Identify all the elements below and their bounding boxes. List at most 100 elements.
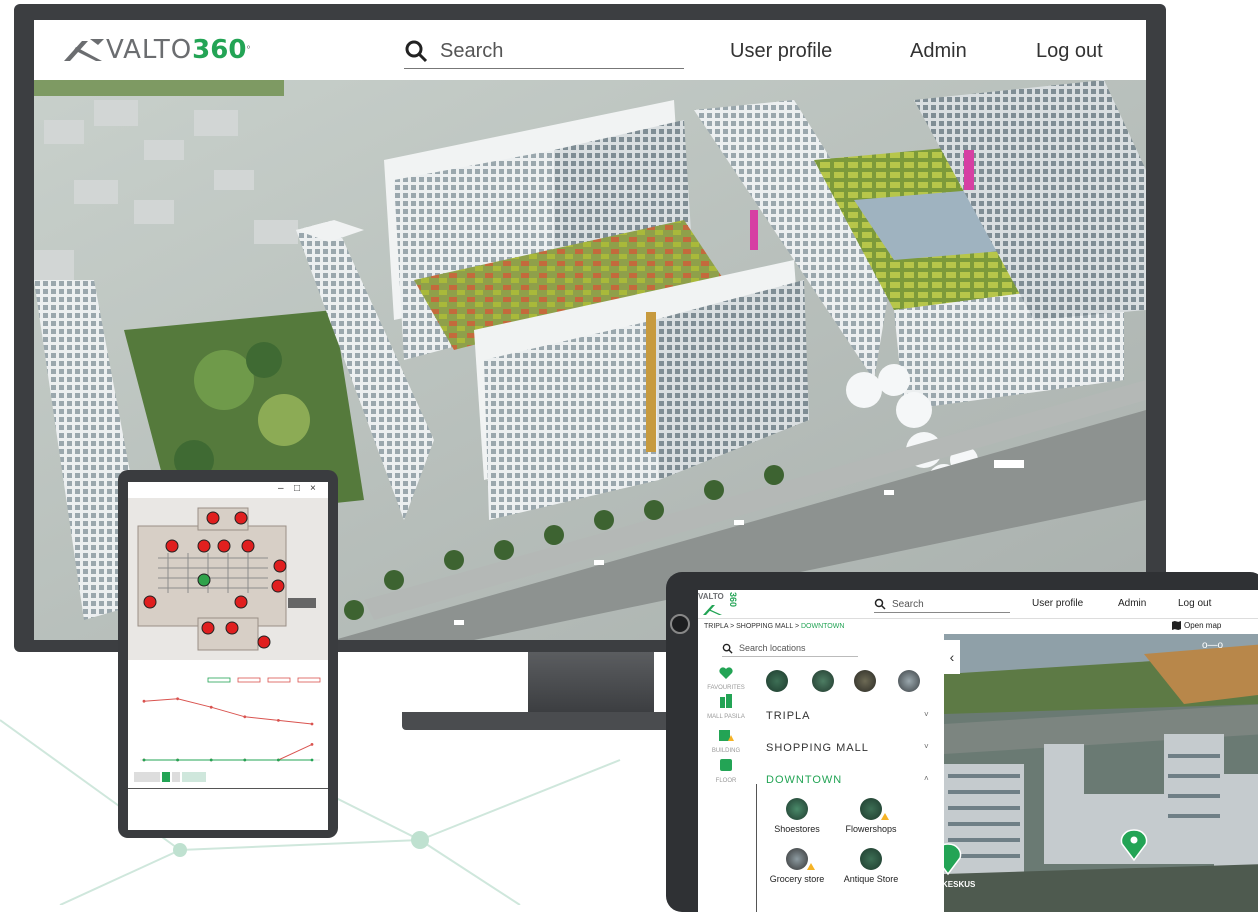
chart-tab[interactable] [182, 772, 206, 782]
heart-icon [719, 667, 733, 679]
data-point[interactable] [209, 758, 213, 762]
data-point[interactable] [310, 722, 314, 726]
valto360-logo[interactable]: VALTO 360 ° [62, 34, 250, 66]
floor-icon [720, 759, 732, 771]
search-input[interactable]: Search [874, 596, 1010, 613]
category-label: Shoestores [774, 824, 820, 834]
logo-mark: ° [246, 44, 251, 56]
logo-number: 360 [728, 592, 738, 608]
data-point[interactable] [243, 715, 247, 719]
rail-building[interactable]: BUILDING [700, 728, 752, 755]
app-header: VALTO 360 ° Search User profile Admin Lo… [34, 20, 1146, 80]
location-search-input[interactable]: Search locations [722, 640, 858, 657]
data-point[interactable] [277, 758, 280, 762]
valto360-logo[interactable]: VALTO 360 [698, 592, 738, 616]
rail-label: FAVOURITES [707, 685, 745, 691]
chart-series [142, 697, 314, 762]
legend-swatch[interactable] [297, 677, 321, 683]
user-profile-link[interactable]: User profile [730, 40, 832, 63]
logo-word: VALTO [698, 592, 724, 601]
legend-swatch[interactable] [237, 677, 261, 683]
rail-label: MALL PASILA [707, 714, 745, 720]
accordion-tripla[interactable]: TRIPLA [766, 710, 811, 722]
data-point[interactable] [209, 705, 213, 709]
sensor-line-chart [140, 677, 321, 762]
breadcrumb-path[interactable]: TRIPLA > SHOPPING MALL > [704, 623, 801, 630]
map-place-label: KESKUS [942, 880, 976, 889]
divider [128, 788, 328, 789]
open-map-label: Open map [1184, 621, 1222, 630]
tree-guide-line [756, 784, 757, 912]
rail-mall-pasila[interactable]: MALL PASILA [700, 694, 752, 721]
building-icon [719, 730, 734, 741]
logo-number: 360 [192, 35, 247, 65]
data-point[interactable] [310, 743, 314, 746]
accordion-downtown[interactable]: DOWNTOWN [766, 774, 842, 786]
category-label: Flowershops [845, 824, 897, 834]
minimize-button[interactable]: – [278, 483, 284, 494]
category-thumbnail [786, 798, 808, 820]
floor-plan-view[interactable] [128, 498, 328, 660]
legend-swatch[interactable] [207, 677, 231, 683]
buildings-icon [720, 694, 732, 708]
toggle-icon[interactable]: o—o [1202, 640, 1223, 651]
chart-legend [207, 677, 321, 683]
category-antique-store[interactable]: Antique Store [836, 848, 906, 884]
chevron-down-icon[interactable]: ˅ [924, 742, 929, 751]
rail-floor[interactable]: FLOOR [700, 758, 752, 785]
chevron-up-icon[interactable]: ˄ [924, 774, 929, 783]
category-label: Grocery store [769, 874, 825, 884]
data-point[interactable] [142, 699, 146, 703]
breadcrumb: TRIPLA > SHOPPING MALL > DOWNTOWN [704, 623, 844, 630]
search-input[interactable]: Search [404, 34, 684, 69]
category-shoestores[interactable]: Shoestores [762, 798, 832, 834]
maximize-button[interactable]: □ [294, 483, 300, 494]
logout-link[interactable]: Log out [1178, 598, 1211, 609]
user-profile-link[interactable]: User profile [1032, 598, 1083, 609]
chevron-down-icon[interactable]: ˅ [924, 710, 929, 719]
data-point[interactable] [142, 758, 146, 762]
search-icon [722, 643, 733, 654]
category-thumbnail [786, 848, 815, 870]
location-thumbnail[interactable] [898, 670, 920, 692]
admin-link[interactable]: Admin [1118, 598, 1146, 609]
search-placeholder: Search [892, 598, 924, 610]
category-grocery-store[interactable]: Grocery store [762, 848, 832, 884]
location-thumbnail[interactable] [854, 670, 876, 692]
search-icon [874, 598, 886, 610]
legend-swatch[interactable] [267, 677, 291, 683]
window-titlebar: – □ × [128, 482, 328, 499]
warning-icon [881, 813, 889, 820]
accordion-shopping-mall[interactable]: SHOPPING MALL [766, 742, 869, 754]
logout-link[interactable]: Log out [1036, 40, 1103, 63]
aerial-photo-map[interactable] [944, 634, 1258, 912]
home-button[interactable] [670, 614, 690, 634]
location-thumbnail[interactable] [812, 670, 834, 692]
location-thumbnail[interactable] [766, 670, 788, 692]
data-point[interactable] [310, 758, 314, 762]
data-point[interactable] [176, 758, 179, 762]
data-point[interactable] [277, 719, 280, 722]
chart-tab[interactable] [172, 772, 180, 782]
series-line [144, 743, 313, 761]
open-map-button[interactable]: Open map [1172, 621, 1221, 630]
ipad-header: VALTO 360 Search User profile Admin Log … [698, 590, 1258, 619]
data-point[interactable] [176, 697, 179, 701]
valto-mark-icon [64, 39, 104, 61]
category-label: Antique Store [843, 874, 899, 884]
category-flowershops[interactable]: Flowershops [836, 798, 906, 834]
chart-tab[interactable] [134, 772, 160, 782]
collapse-sidebar-button[interactable]: ‹ [944, 640, 960, 674]
chart-tabs [134, 772, 206, 782]
monitor-stand-neck [528, 652, 654, 716]
ipad-device: VALTO 360 Search User profile Admin Log … [666, 572, 1258, 912]
close-button[interactable]: × [310, 483, 316, 494]
search-placeholder: Search [440, 39, 504, 62]
search-icon [405, 40, 428, 63]
chart-tab-active[interactable] [162, 772, 170, 782]
admin-link[interactable]: Admin [910, 40, 967, 63]
data-point[interactable] [243, 758, 247, 762]
small-tablet-device: – □ × [118, 470, 338, 838]
rail-favourites[interactable]: FAVOURITES [700, 666, 752, 692]
series-line [143, 698, 313, 725]
